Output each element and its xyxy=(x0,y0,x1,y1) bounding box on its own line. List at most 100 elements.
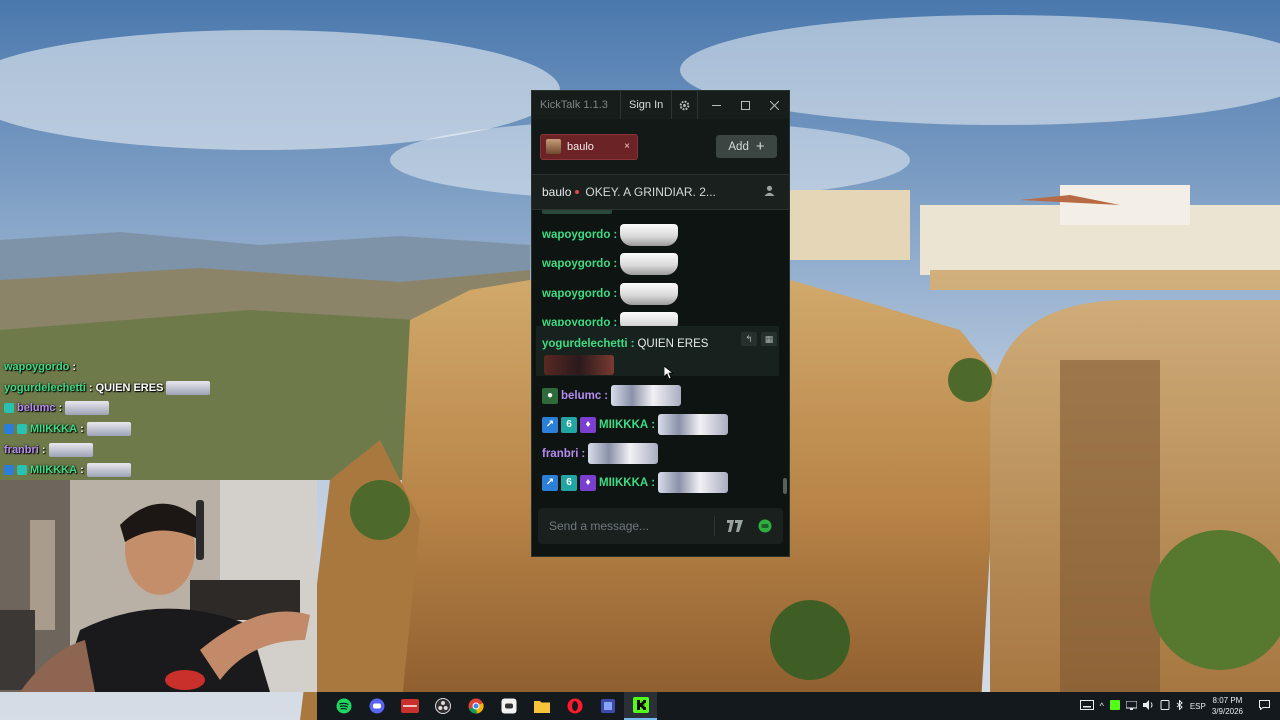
overlay-message-text: QUIEN ERES xyxy=(95,381,164,394)
kicktalk-titlebar: KickTalk 1.1.3 Sign In xyxy=(532,91,789,119)
network-icon[interactable] xyxy=(1125,700,1138,712)
chat-scrollbar[interactable] xyxy=(783,478,787,494)
overlay-emote xyxy=(166,380,211,395)
chatroom-tab-baulo[interactable]: baulo × xyxy=(540,133,638,160)
message-username[interactable]: wapoygordo xyxy=(542,258,610,270)
overlay-username: belumc xyxy=(17,402,56,415)
file-explorer-icon[interactable] xyxy=(525,692,558,720)
verified-badge-icon[interactable]: ↗ xyxy=(542,474,558,491)
chatroom-tab-label: baulo xyxy=(567,140,594,153)
overlay-emote xyxy=(48,442,93,457)
face-emote[interactable] xyxy=(611,385,682,406)
kick-tray-icon[interactable] xyxy=(1109,700,1120,712)
verified-badge-icon[interactable]: ↗ xyxy=(542,416,558,433)
verified-badge-icon xyxy=(4,424,14,435)
clock-time: 8:07 PM xyxy=(1212,696,1243,705)
obs-icon[interactable] xyxy=(426,692,459,720)
separator: : xyxy=(651,476,656,489)
message-username[interactable]: belumc xyxy=(561,390,601,402)
overlay-username: MIIKKKA xyxy=(30,464,78,477)
chat-message[interactable]: wapoygordo: xyxy=(542,253,777,275)
live-indicator-icon xyxy=(575,190,580,194)
kick-icon[interactable] xyxy=(624,692,657,720)
volume-icon[interactable] xyxy=(1142,700,1154,712)
overlay-emote xyxy=(65,401,110,416)
overlay-username: MIIKKKA xyxy=(30,423,78,436)
chat-input-area xyxy=(532,497,789,555)
settings-gear-icon[interactable] xyxy=(672,91,699,119)
spotify-icon[interactable] xyxy=(327,692,360,720)
chat-message[interactable]: wapoygordo: xyxy=(542,283,777,305)
chat-message[interactable]: franbri: xyxy=(542,443,777,464)
chevron-up-icon[interactable]: ^ xyxy=(1100,701,1104,711)
overlay-chat-row: MIIKKKA: xyxy=(4,419,324,440)
separator: : xyxy=(651,418,656,431)
close-icon[interactable] xyxy=(760,91,789,119)
cup-emote[interactable] xyxy=(620,253,679,275)
message-text: QUIEN ERES xyxy=(637,338,709,350)
chrome-icon[interactable] xyxy=(459,692,492,720)
face-emote[interactable] xyxy=(588,443,659,464)
separator: : xyxy=(41,443,46,456)
speaker-icon[interactable] xyxy=(1160,700,1170,712)
chat-message[interactable]: wapoygordo: xyxy=(542,224,777,246)
cup-emote[interactable] xyxy=(620,224,679,246)
tab-close-icon[interactable]: × xyxy=(621,141,633,153)
sub-badge-icon[interactable]: ● xyxy=(542,387,558,404)
sub-badge-icon[interactable]: 6 xyxy=(561,416,577,433)
keyboard-icon[interactable] xyxy=(1079,700,1094,712)
discord-icon[interactable] xyxy=(360,692,393,720)
gift-badge-icon[interactable]: ♦ xyxy=(580,416,596,433)
verified-badge-icon xyxy=(4,465,14,476)
cup-emote[interactable] xyxy=(620,283,679,305)
streamer-name[interactable]: baulo xyxy=(542,185,571,199)
copy-icon[interactable]: ▦ xyxy=(761,332,777,346)
face-emote[interactable] xyxy=(658,414,729,435)
chat-message[interactable]: ↗ 6 ♦ MIIKKKA: xyxy=(542,414,777,435)
language-indicator[interactable]: ESP xyxy=(1190,702,1206,711)
app-icon[interactable] xyxy=(591,692,624,720)
clock-date: 3/9/2026 xyxy=(1211,707,1243,716)
photo-emote[interactable] xyxy=(544,355,614,375)
7tv-emote-picker-icon[interactable] xyxy=(723,514,747,538)
sub-badge-icon[interactable]: 6 xyxy=(561,474,577,491)
discord-alt-icon[interactable] xyxy=(492,692,525,720)
gift-badge-icon[interactable]: ♦ xyxy=(580,474,596,491)
stream-title: OKEY. A GRINDIAR. 2... xyxy=(585,185,716,199)
notifications-icon[interactable] xyxy=(1259,700,1270,712)
add-button-label: Add xyxy=(728,140,749,153)
message-username[interactable]: yogurdelechetti xyxy=(542,338,628,350)
chat-message[interactable]: ↗ 6 ♦ MIIKKKA: xyxy=(542,472,777,493)
separator: : xyxy=(630,338,635,350)
divider xyxy=(714,516,715,536)
chat-message-input[interactable] xyxy=(549,519,714,533)
opera-icon[interactable] xyxy=(558,692,591,720)
reply-icon[interactable]: ↰ xyxy=(741,332,757,346)
minimize-icon[interactable] xyxy=(702,91,731,119)
message-username[interactable]: franbri xyxy=(542,448,578,460)
message-username[interactable]: MIIKKKA xyxy=(599,477,648,489)
chat-messages-list[interactable]: wapoygordo: wapoygordo: wapoygordo: wapo… xyxy=(532,210,789,497)
maximize-icon[interactable] xyxy=(731,91,760,119)
peace-walker-icon[interactable] xyxy=(393,692,426,720)
partial-message xyxy=(542,210,612,214)
avatar xyxy=(546,139,561,154)
sign-in-button[interactable]: Sign In xyxy=(620,91,673,119)
user-list-icon[interactable] xyxy=(764,185,775,199)
message-username[interactable]: wapoygordo xyxy=(542,229,610,241)
sub-badge-icon xyxy=(17,424,27,435)
stream-info-bar: baulo OKEY. A GRINDIAR. 2... xyxy=(532,174,789,210)
webcam-feed xyxy=(0,480,317,692)
separator: : xyxy=(613,288,618,300)
chat-message[interactable]: ● belumc: xyxy=(542,385,777,406)
message-username[interactable]: wapoygordo xyxy=(542,288,610,300)
message-username[interactable]: MIIKKKA xyxy=(599,419,648,431)
add-chatroom-button[interactable]: Add + xyxy=(716,135,777,158)
kick-emote-picker-icon[interactable] xyxy=(753,514,777,538)
sub-badge-icon xyxy=(17,465,27,476)
clock[interactable]: 8:07 PM 3/9/2026 xyxy=(1212,695,1243,717)
face-emote[interactable] xyxy=(658,472,729,493)
overlay-chat-row: wapoygordo: xyxy=(4,357,324,378)
bluetooth-icon[interactable] xyxy=(1176,699,1184,712)
chatroom-tabbar: baulo × Add + xyxy=(532,119,789,174)
